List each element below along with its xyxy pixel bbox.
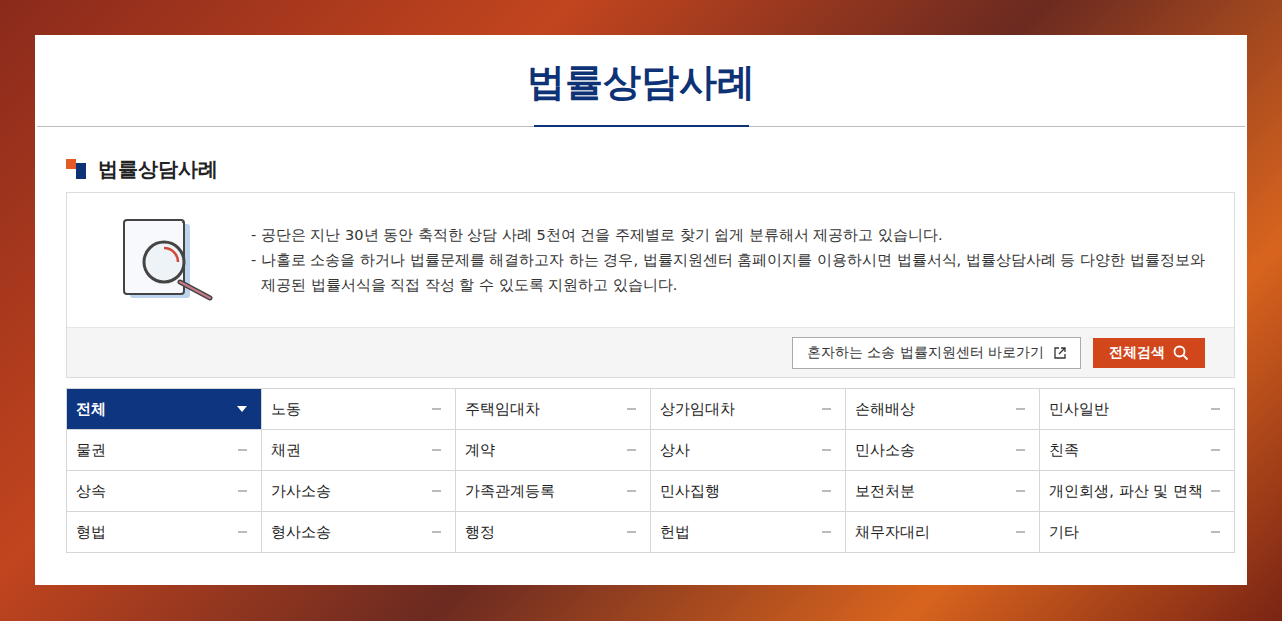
category-item[interactable]: 채무자대리 <box>846 512 1041 553</box>
dash-icon <box>1016 408 1025 410</box>
category-grid: 전체노동주택임대차상가임대차손해배상민사일반물권채권계약상사민사소송친족상속가사… <box>66 388 1235 553</box>
category-item[interactable]: 채권 <box>262 430 457 471</box>
info-line: - 나홀로 소송을 하거나 법률문제를 해결하고자 하는 경우, 법률지원센터 … <box>251 248 1214 298</box>
category-item[interactable]: 친족 <box>1040 430 1235 471</box>
external-link-icon <box>1054 347 1066 359</box>
dash-icon <box>238 449 247 451</box>
category-item[interactable]: 민사일반 <box>1040 389 1235 430</box>
category-item[interactable]: 행정 <box>456 512 651 553</box>
dash-icon <box>238 490 247 492</box>
search-icon <box>1173 345 1189 361</box>
page-title: 법률상담사례 <box>527 35 755 125</box>
action-bar: 혼자하는 소송 법률지원센터 바로가기 전체검색 <box>67 327 1234 377</box>
dash-icon <box>627 531 636 533</box>
page-header: 법률상담사례 <box>37 35 1245 127</box>
category-item[interactable]: 형법 <box>67 512 262 553</box>
dash-icon <box>822 531 831 533</box>
dash-icon <box>238 531 247 533</box>
dash-icon <box>822 449 831 451</box>
category-item[interactable]: 주택임대차 <box>456 389 651 430</box>
dash-icon <box>1211 490 1220 492</box>
category-item[interactable]: 노동 <box>262 389 457 430</box>
dash-icon <box>1016 449 1025 451</box>
dash-icon <box>627 408 636 410</box>
category-item[interactable]: 상가임대차 <box>651 389 846 430</box>
title-underline <box>534 125 749 127</box>
document-search-icon <box>122 218 218 302</box>
section-icon <box>66 159 86 179</box>
dash-icon <box>822 408 831 410</box>
category-item[interactable]: 물권 <box>67 430 262 471</box>
full-search-button[interactable]: 전체검색 <box>1093 338 1205 368</box>
dash-icon <box>1211 408 1220 410</box>
category-item[interactable]: 전체 <box>67 389 262 430</box>
category-item[interactable]: 상속 <box>67 471 262 512</box>
content-panel: 법률상담사례법률상담사례- 공단은 지난 30년 동안 축적한 상담 사례 5천… <box>35 35 1247 585</box>
category-item[interactable]: 가사소송 <box>262 471 457 512</box>
category-item[interactable]: 헌법 <box>651 512 846 553</box>
dash-icon <box>432 490 441 492</box>
section-header: 법률상담사례 <box>66 157 1235 181</box>
legal-center-link-button[interactable]: 혼자하는 소송 법률지원센터 바로가기 <box>792 337 1081 369</box>
dash-icon <box>627 449 636 451</box>
category-item[interactable]: 손해배상 <box>846 389 1041 430</box>
category-item[interactable]: 개인회생, 파산 및 면책 <box>1040 471 1235 512</box>
category-item[interactable]: 기타 <box>1040 512 1235 553</box>
dash-icon <box>1211 449 1220 451</box>
background-photo: 법률상담사례법률상담사례- 공단은 지난 30년 동안 축적한 상담 사례 5천… <box>0 0 1282 621</box>
caret-down-icon <box>237 406 247 412</box>
section-title: 법률상담사례 <box>98 156 218 183</box>
category-item[interactable]: 보전처분 <box>846 471 1041 512</box>
info-line: - 공단은 지난 30년 동안 축적한 상담 사례 5천여 건을 주제별로 찾기… <box>251 223 1214 248</box>
info-box: - 공단은 지난 30년 동안 축적한 상담 사례 5천여 건을 주제별로 찾기… <box>66 192 1235 378</box>
category-item[interactable]: 상사 <box>651 430 846 471</box>
category-item[interactable]: 민사집행 <box>651 471 846 512</box>
dash-icon <box>1211 531 1220 533</box>
dash-icon <box>432 449 441 451</box>
dash-icon <box>822 490 831 492</box>
category-item[interactable]: 계약 <box>456 430 651 471</box>
category-item[interactable]: 민사소송 <box>846 430 1041 471</box>
category-item[interactable]: 가족관계등록 <box>456 471 651 512</box>
dash-icon <box>432 531 441 533</box>
dash-icon <box>432 408 441 410</box>
category-item[interactable]: 형사소송 <box>262 512 457 553</box>
dash-icon <box>1016 490 1025 492</box>
dash-icon <box>627 490 636 492</box>
dash-icon <box>1016 531 1025 533</box>
